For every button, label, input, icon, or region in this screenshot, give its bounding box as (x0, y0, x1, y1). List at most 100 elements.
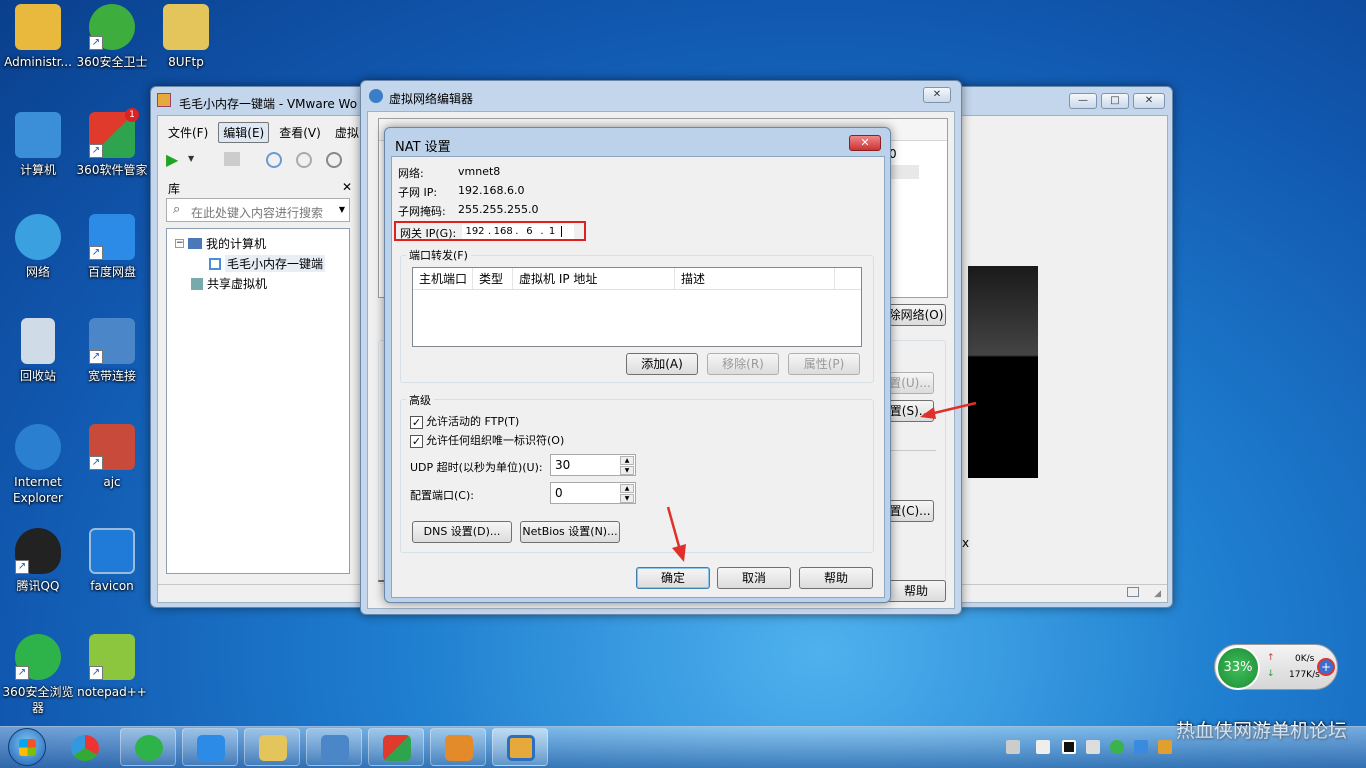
gateway-octet-3[interactable]: 6 (518, 226, 540, 237)
tree-item-my-computer[interactable]: − 我的计算机 (175, 235, 266, 252)
network-editor-icon (369, 89, 383, 103)
spin-down-icon[interactable]: ▼ (620, 466, 634, 475)
desktop-icon-360-safe[interactable]: ↗ 360安全卫士 (74, 4, 150, 70)
close-button[interactable]: ✕ (1133, 93, 1165, 109)
ajc-icon: ↗ (89, 424, 135, 470)
vne-fragment-x: x (962, 536, 970, 550)
taskbar-control-panel[interactable] (306, 728, 362, 766)
properties-button[interactable]: 属性(P) (788, 353, 860, 375)
tree-item-vm[interactable]: 毛毛小内存一键端 (209, 255, 326, 272)
nat-close-button[interactable]: ✕ (849, 135, 881, 151)
360-tray-icon[interactable] (1110, 740, 1124, 754)
snapshot-icon[interactable] (266, 152, 282, 168)
search-dropdown-icon[interactable]: ▼ (339, 205, 345, 214)
computer-icon (15, 112, 61, 158)
vne-close-button[interactable]: ✕ (923, 87, 951, 103)
desktop-icon-8uftp[interactable]: 8UFtp (148, 4, 224, 70)
desktop-icon-network[interactable]: 网络 (0, 214, 76, 280)
spin-up-icon[interactable]: ▲ (620, 484, 634, 493)
play-icon[interactable]: ▶ (166, 150, 178, 169)
gateway-ip-input[interactable]: 192. 168. 6. 1 (462, 224, 574, 239)
spin-down-icon[interactable]: ▼ (620, 494, 634, 503)
network-speed-widget[interactable]: 33% ↑ 0K/s ↓ 177K/s + (1214, 644, 1338, 690)
config-port-input[interactable]: 0 ▲ ▼ (550, 482, 636, 504)
start-button[interactable] (8, 728, 46, 766)
folder-icon (259, 735, 287, 761)
menu-edit[interactable]: 编辑(E) (218, 122, 270, 143)
add-button[interactable]: 添加(A) (626, 353, 698, 375)
col-vm-ip[interactable]: 虚拟机 IP 地址 (513, 268, 675, 289)
taskbar-vmware[interactable] (492, 728, 548, 766)
desktop-icon-qq[interactable]: ↗ 腾讯QQ (0, 528, 76, 594)
taskbar-explorer[interactable] (244, 728, 300, 766)
gateway-octet-2[interactable]: 168 (491, 226, 515, 237)
taskbar-360-icon[interactable] (56, 728, 112, 766)
desktop-icon-recycle-bin[interactable]: 回收站 (0, 318, 76, 384)
library-search[interactable]: ⌕ 在此处键入内容进行搜索 ▼ (166, 198, 350, 222)
menu-view[interactable]: 查看(V) (275, 122, 325, 143)
taskbar-360-browser[interactable] (120, 728, 176, 766)
port-forward-table[interactable]: 主机端口 类型 虚拟机 IP 地址 描述 (412, 267, 862, 347)
dns-settings-button[interactable]: DNS 设置(D)... (412, 521, 512, 543)
desktop-icon-notepadpp[interactable]: ↗ notepad++ (74, 634, 150, 700)
advanced-title: 高级 (406, 392, 434, 408)
menu-vm[interactable]: 虚拟 (331, 122, 363, 143)
app-tray-icon[interactable] (1062, 740, 1076, 754)
nat-client: 网络: vmnet8 子网 IP: 192.168.6.0 子网掩码: 255.… (391, 156, 885, 598)
help-button[interactable]: 帮助 (799, 567, 873, 589)
spin-up-icon[interactable]: ▲ (620, 456, 634, 465)
volume-icon[interactable] (1158, 740, 1172, 754)
desktop-icon-baidu-pan[interactable]: ↗ 百度网盘 (74, 214, 150, 280)
desktop-icon-360-software[interactable]: ↗ 1 360软件管家 (74, 108, 150, 178)
udp-timeout-input[interactable]: 30 ▲ ▼ (550, 454, 636, 476)
chevron-down-icon[interactable]: ▼ (188, 154, 194, 163)
library-label: 库 (168, 182, 181, 196)
taskbar-baidu-pan[interactable] (182, 728, 238, 766)
keyboard-icon[interactable] (1006, 740, 1020, 754)
plus-icon[interactable]: + (1317, 658, 1335, 676)
remove-button[interactable]: 移除(R) (707, 353, 779, 375)
dhcp-settings-button[interactable]: 置(C)... (886, 500, 934, 522)
cancel-button[interactable]: 取消 (717, 567, 791, 589)
baidu-tray-icon[interactable] (1134, 740, 1148, 754)
col-host-port[interactable]: 主机端口 (413, 268, 473, 289)
desktop-icon-favicon[interactable]: favicon (74, 528, 150, 594)
subnet-mask-label: 子网掩码: (398, 205, 446, 218)
minimize-button[interactable]: — (1069, 93, 1097, 109)
network-tray-icon[interactable] (1086, 740, 1100, 754)
gateway-octet-1[interactable]: 192 (462, 226, 488, 237)
revert-icon[interactable] (296, 152, 312, 168)
desktop-icon-ie[interactable]: Internet Explorer (0, 424, 76, 506)
tree-item-shared[interactable]: 共享虚拟机 (191, 275, 267, 292)
library-tree: − 我的计算机 毛毛小内存一键端 共享虚拟机 (166, 228, 350, 574)
desktop-icon-computer[interactable]: 计算机 (0, 112, 76, 178)
vne-help-button[interactable]: 帮助 (886, 580, 946, 602)
menu-file[interactable]: 文件(F) (164, 122, 212, 143)
gateway-highlight-box: 网关 IP(G): 192. 168. 6. 1 (394, 221, 586, 241)
library-close-icon[interactable]: ✕ (342, 180, 352, 194)
desktop-icon-ajc[interactable]: ↗ ajc (74, 424, 150, 490)
maximize-button[interactable]: □ (1101, 93, 1129, 109)
desktop-icon-administrator[interactable]: Administr... (0, 4, 76, 70)
col-type[interactable]: 类型 (473, 268, 513, 289)
gateway-octet-4[interactable]: 1 (544, 226, 562, 237)
netbios-settings-button[interactable]: NetBios 设置(N)... (520, 521, 620, 543)
cloud-icon (197, 735, 225, 761)
suspend-icon[interactable] (224, 152, 240, 166)
ok-button[interactable]: 确定 (636, 567, 710, 589)
col-description[interactable]: 描述 (675, 268, 835, 289)
display-icon[interactable] (1036, 740, 1050, 754)
resize-grip-icon[interactable]: ◢ (1154, 589, 1161, 599)
allow-oui-checkbox[interactable]: ✓ 允许任何组织唯一标识符(O) (410, 432, 564, 448)
taskbar-media-player[interactable] (430, 728, 486, 766)
allow-ftp-checkbox[interactable]: ✓ 允许活动的 FTP(T) (410, 413, 519, 429)
manage-snapshot-icon[interactable] (326, 152, 342, 168)
search-input[interactable]: 在此处键入内容进行搜索 (191, 204, 323, 221)
computer-icon (188, 238, 202, 249)
settings-u-button[interactable]: 置(U)... (886, 372, 934, 394)
status-message-icon[interactable] (1127, 587, 1139, 597)
remove-network-button[interactable]: 除网络(O) (886, 304, 946, 326)
desktop-icon-360-browser[interactable]: ↗ 360安全浏览器 (0, 634, 76, 716)
desktop-icon-broadband[interactable]: ↗ 宽带连接 (74, 318, 150, 384)
taskbar-360-software[interactable] (368, 728, 424, 766)
